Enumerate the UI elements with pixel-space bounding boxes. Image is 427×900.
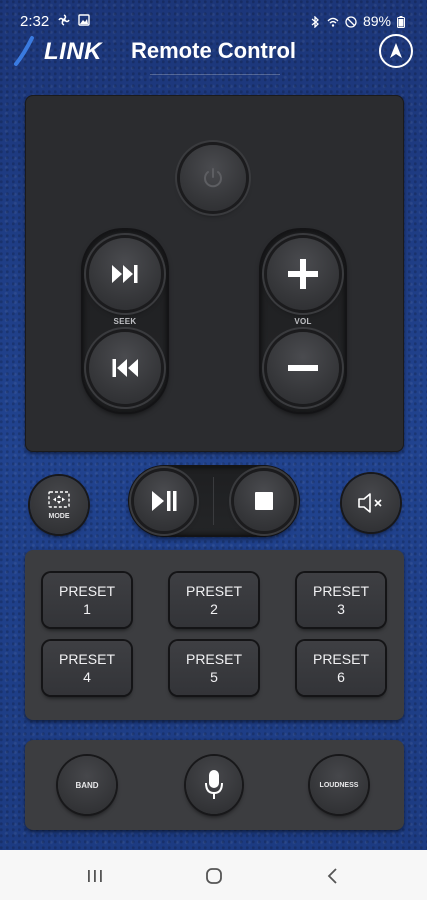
preset-number: 3 bbox=[337, 601, 345, 617]
skip-forward-icon bbox=[112, 265, 138, 283]
preset-number: 2 bbox=[210, 601, 218, 617]
navigation-arrow-icon bbox=[390, 43, 402, 58]
preset-label: PRESET bbox=[58, 651, 115, 667]
do-not-disturb-icon bbox=[345, 15, 357, 28]
volume-down-button[interactable] bbox=[267, 332, 339, 404]
battery-percent: 89% bbox=[362, 13, 391, 29]
volume-up-button[interactable] bbox=[267, 238, 339, 310]
app-header: LINK Remote Control bbox=[0, 32, 427, 82]
preset-number: 4 bbox=[83, 669, 91, 685]
back-icon bbox=[327, 868, 337, 884]
plus-icon bbox=[288, 259, 318, 289]
preset-label: PRESET bbox=[185, 583, 242, 599]
preset-3-button[interactable]: PRESET 3 bbox=[297, 573, 385, 627]
seek-forward-button[interactable] bbox=[89, 238, 161, 310]
mode-icon bbox=[48, 490, 70, 508]
stop-button[interactable] bbox=[234, 471, 294, 531]
power-button[interactable] bbox=[180, 145, 246, 211]
microphone-button[interactable] bbox=[186, 756, 242, 814]
recent-apps-button[interactable] bbox=[83, 864, 107, 888]
mode-label: MODE bbox=[48, 512, 70, 520]
system-navigation-bar bbox=[0, 850, 427, 900]
band-button[interactable]: BAND bbox=[58, 756, 116, 814]
mute-icon bbox=[358, 493, 382, 513]
recent-apps-icon bbox=[88, 870, 102, 882]
power-icon bbox=[204, 168, 222, 188]
loudness-label: LOUDNESS bbox=[319, 781, 359, 789]
play-pause-icon bbox=[152, 491, 177, 511]
back-button[interactable] bbox=[321, 864, 345, 888]
volume-control: VOL bbox=[261, 230, 345, 412]
preset-number: 1 bbox=[83, 601, 91, 617]
preset-label: PRESET bbox=[312, 651, 369, 667]
minus-icon bbox=[288, 365, 318, 371]
preset-panel: PRESET 1 PRESET 2 PRESET 3 PRESET 4 PRES… bbox=[25, 550, 404, 720]
home-icon bbox=[206, 868, 222, 884]
preset-5-button[interactable]: PRESET 5 bbox=[170, 641, 258, 695]
battery-icon bbox=[397, 15, 409, 28]
preset-2-button[interactable]: PRESET 2 bbox=[170, 573, 258, 627]
seek-label: SEEK bbox=[113, 317, 137, 326]
mute-button[interactable] bbox=[342, 474, 400, 532]
gallery-icon bbox=[78, 13, 90, 26]
preset-6-button[interactable]: PRESET 6 bbox=[297, 641, 385, 695]
playback-divider bbox=[213, 477, 214, 525]
navigation-button[interactable] bbox=[379, 34, 413, 68]
bottom-panel: BAND LOUDNESS bbox=[25, 740, 404, 830]
preset-1-button[interactable]: PRESET 1 bbox=[43, 573, 131, 627]
seek-back-button[interactable] bbox=[89, 332, 161, 404]
preset-number: 5 bbox=[210, 669, 218, 685]
volume-label: VOL bbox=[294, 317, 312, 326]
microphone-icon bbox=[205, 770, 223, 799]
band-label: BAND bbox=[75, 780, 99, 790]
mode-button[interactable]: MODE bbox=[30, 476, 88, 534]
title-divider bbox=[150, 74, 280, 75]
playback-control bbox=[130, 467, 298, 535]
stop-icon bbox=[255, 492, 273, 510]
status-time: 2:32 bbox=[20, 13, 50, 30]
fan-icon bbox=[58, 13, 70, 26]
preset-label: PRESET bbox=[312, 583, 369, 599]
bluetooth-icon bbox=[309, 15, 321, 29]
preset-number: 6 bbox=[337, 669, 345, 685]
play-pause-button[interactable] bbox=[134, 471, 194, 531]
preset-label: PRESET bbox=[58, 583, 115, 599]
home-button[interactable] bbox=[202, 864, 226, 888]
loudness-button[interactable]: LOUDNESS bbox=[310, 756, 368, 814]
page-title: Remote Control bbox=[131, 38, 296, 63]
wifi-icon bbox=[327, 15, 339, 27]
seek-control: SEEK bbox=[83, 230, 167, 412]
preset-4-button[interactable]: PRESET 4 bbox=[43, 641, 131, 695]
skip-back-icon bbox=[112, 359, 138, 377]
preset-label: PRESET bbox=[185, 651, 242, 667]
main-control-panel: SEEK VOL bbox=[25, 95, 404, 452]
